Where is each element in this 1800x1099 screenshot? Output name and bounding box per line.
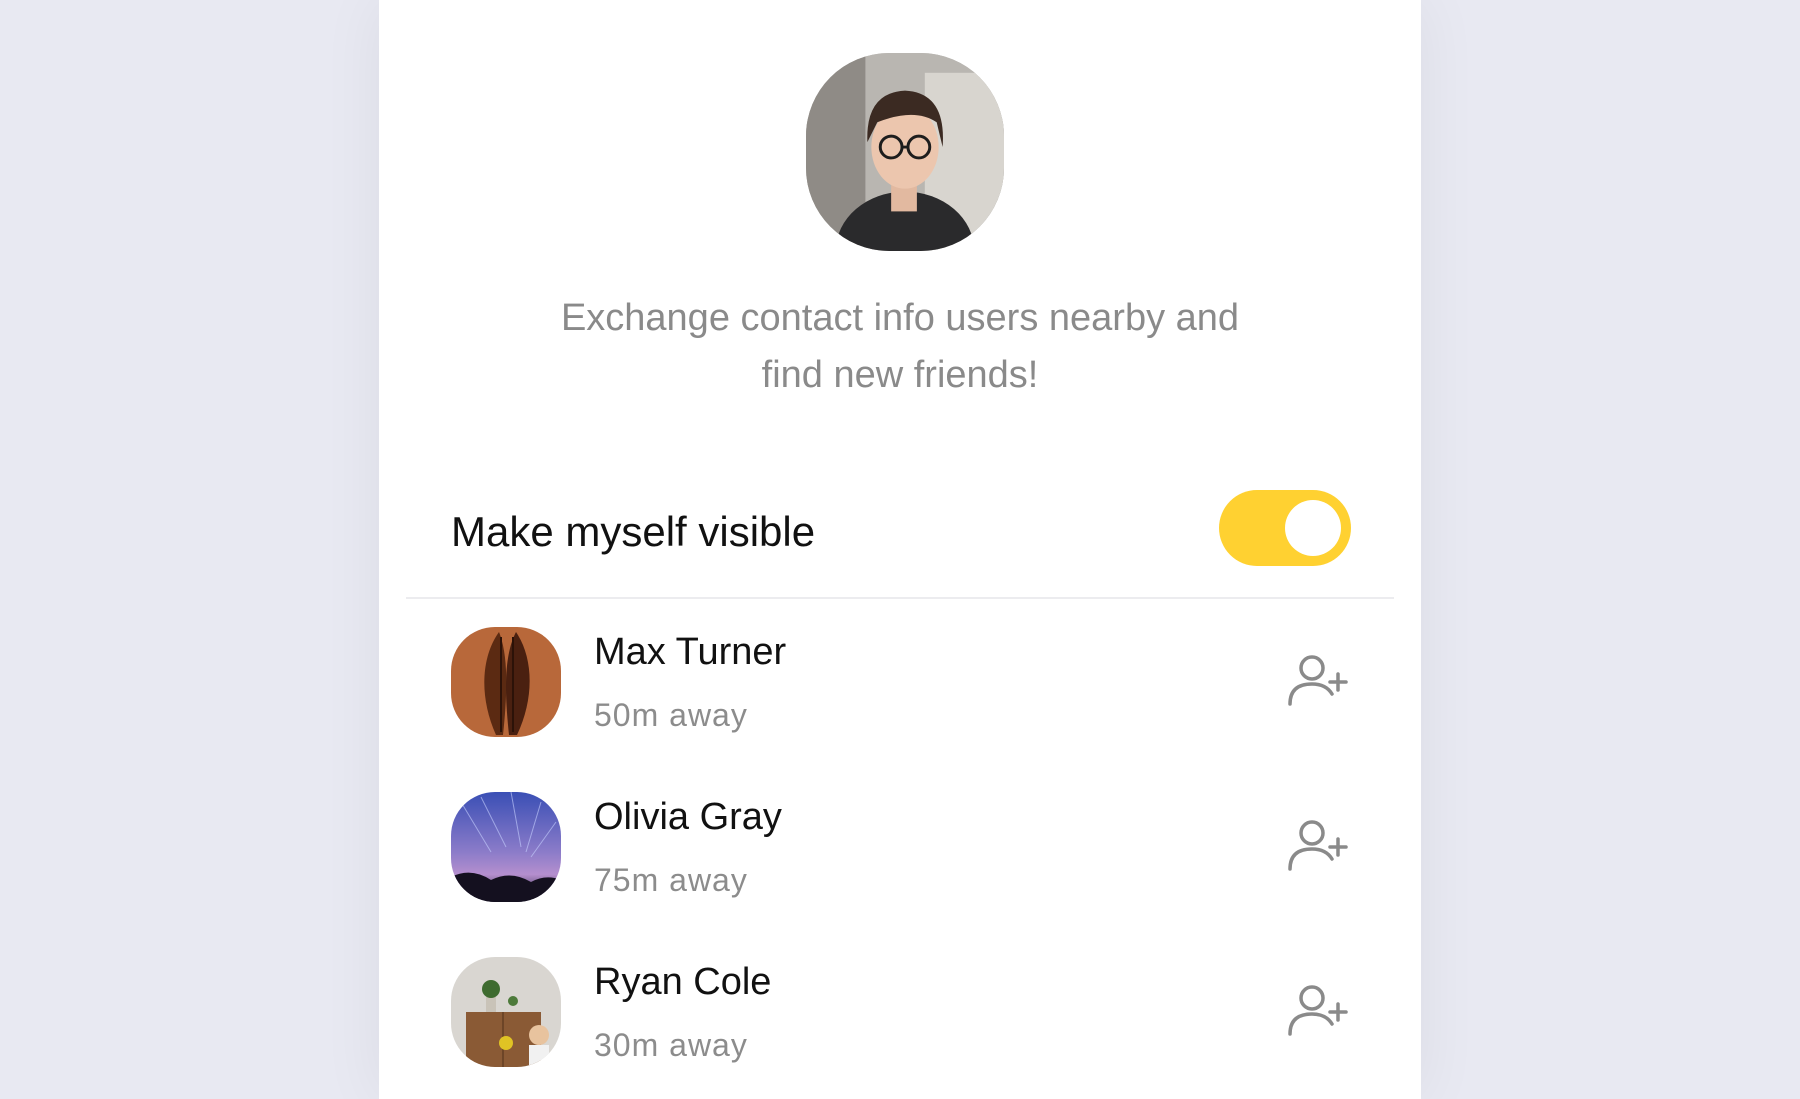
visibility-row: Make myself visible xyxy=(451,490,1351,568)
add-user-icon xyxy=(1288,655,1348,706)
user-name: Max Turner xyxy=(594,631,787,673)
list-item: Max Turner 50m away xyxy=(451,627,1349,737)
add-user-button[interactable] xyxy=(1286,819,1352,871)
toggle-knob xyxy=(1285,500,1341,556)
avatar xyxy=(451,957,561,1067)
app-screen: Exchange contact info users nearby and f… xyxy=(379,0,1421,1099)
visibility-label: Make myself visible xyxy=(451,508,816,555)
avatar xyxy=(451,792,561,902)
list-item: Olivia Gray 75m away xyxy=(451,792,1349,902)
list-item: Ryan Cole 30m away xyxy=(451,957,1349,1067)
add-user-button[interactable] xyxy=(1286,654,1352,706)
intro-text: Exchange contact info users nearby and f… xyxy=(499,290,1301,404)
intro-line-2: find new friends! xyxy=(761,354,1039,396)
add-user-button[interactable] xyxy=(1286,984,1352,1036)
profile-avatar xyxy=(806,53,1004,251)
intro-line-1: Exchange contact info users nearby and xyxy=(560,297,1240,339)
add-user-icon xyxy=(1288,985,1348,1036)
user-name: Olivia Gray xyxy=(594,796,782,838)
add-user-icon xyxy=(1288,820,1348,871)
user-distance: 30m away xyxy=(594,1027,748,1063)
user-distance: 50m away xyxy=(594,697,748,733)
divider xyxy=(406,597,1394,599)
visibility-toggle[interactable] xyxy=(1219,490,1351,566)
user-distance: 75m away xyxy=(594,862,748,898)
avatar xyxy=(451,627,561,737)
user-name: Ryan Cole xyxy=(594,961,772,1003)
